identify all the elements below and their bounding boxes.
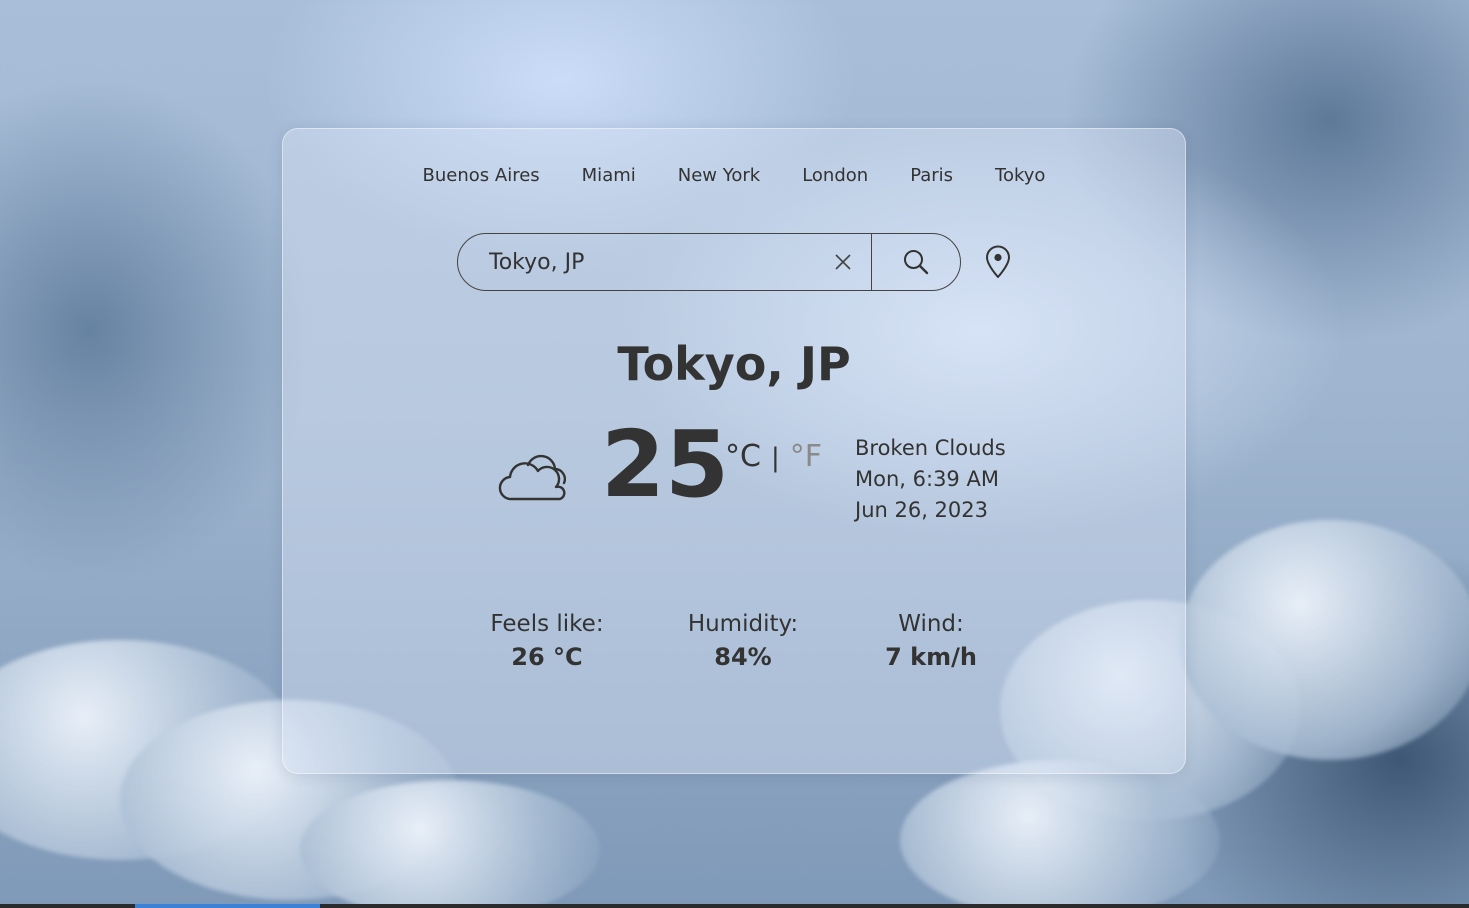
city-link-buenos-aires[interactable]: Buenos Aires: [423, 165, 540, 186]
conditions-panel: Broken Clouds Mon, 6:39 AM Jun 26, 2023: [855, 433, 1006, 526]
map-pin-icon: [986, 245, 1010, 278]
fahrenheit-toggle[interactable]: °F: [790, 439, 822, 474]
humidity-stat: Humidity: 84%: [688, 611, 798, 671]
wind-value: 7 km/h: [885, 643, 977, 671]
city-link-tokyo[interactable]: Tokyo: [995, 165, 1045, 186]
weather-card: Buenos Aires Miami New York London Paris…: [282, 128, 1186, 774]
city-title: Tokyo, JP: [617, 337, 851, 391]
wind-stat: Wind: 7 km/h: [885, 611, 977, 671]
search-button[interactable]: [871, 234, 960, 290]
local-time: Mon, 6:39 AM: [855, 467, 999, 491]
search-row: [457, 233, 1013, 291]
search-box: [457, 233, 961, 291]
city-link-london[interactable]: London: [802, 165, 868, 186]
celsius-toggle[interactable]: °C: [725, 439, 761, 474]
feels-like-stat: Feels like: 26 °C: [490, 611, 603, 671]
current-location-button[interactable]: [983, 242, 1013, 282]
unit-separator: |: [770, 443, 780, 473]
local-date: Jun 26, 2023: [855, 498, 989, 522]
taskbar-strip: [0, 904, 1469, 908]
clear-search-button[interactable]: [815, 234, 871, 290]
cloud-icon: [498, 454, 567, 501]
city-link-miami[interactable]: Miami: [582, 165, 636, 186]
taskbar-accent: [135, 904, 320, 908]
humidity-value: 84%: [714, 643, 772, 671]
search-icon: [904, 250, 929, 275]
feels-like-value: 26 °C: [511, 643, 583, 671]
weather-description: Broken Clouds: [855, 436, 1006, 460]
search-input[interactable]: [458, 234, 815, 290]
close-icon: [835, 254, 851, 270]
temperature-value: 25: [601, 411, 730, 518]
feels-like-label: Feels like:: [490, 611, 604, 637]
city-link-paris[interactable]: Paris: [910, 165, 953, 186]
city-nav: Buenos Aires Miami New York London Paris…: [283, 165, 1185, 186]
unit-toggle: °C | °F: [725, 439, 822, 474]
city-link-new-york[interactable]: New York: [678, 165, 760, 186]
humidity-label: Humidity:: [687, 611, 799, 637]
wind-label: Wind:: [898, 611, 964, 637]
